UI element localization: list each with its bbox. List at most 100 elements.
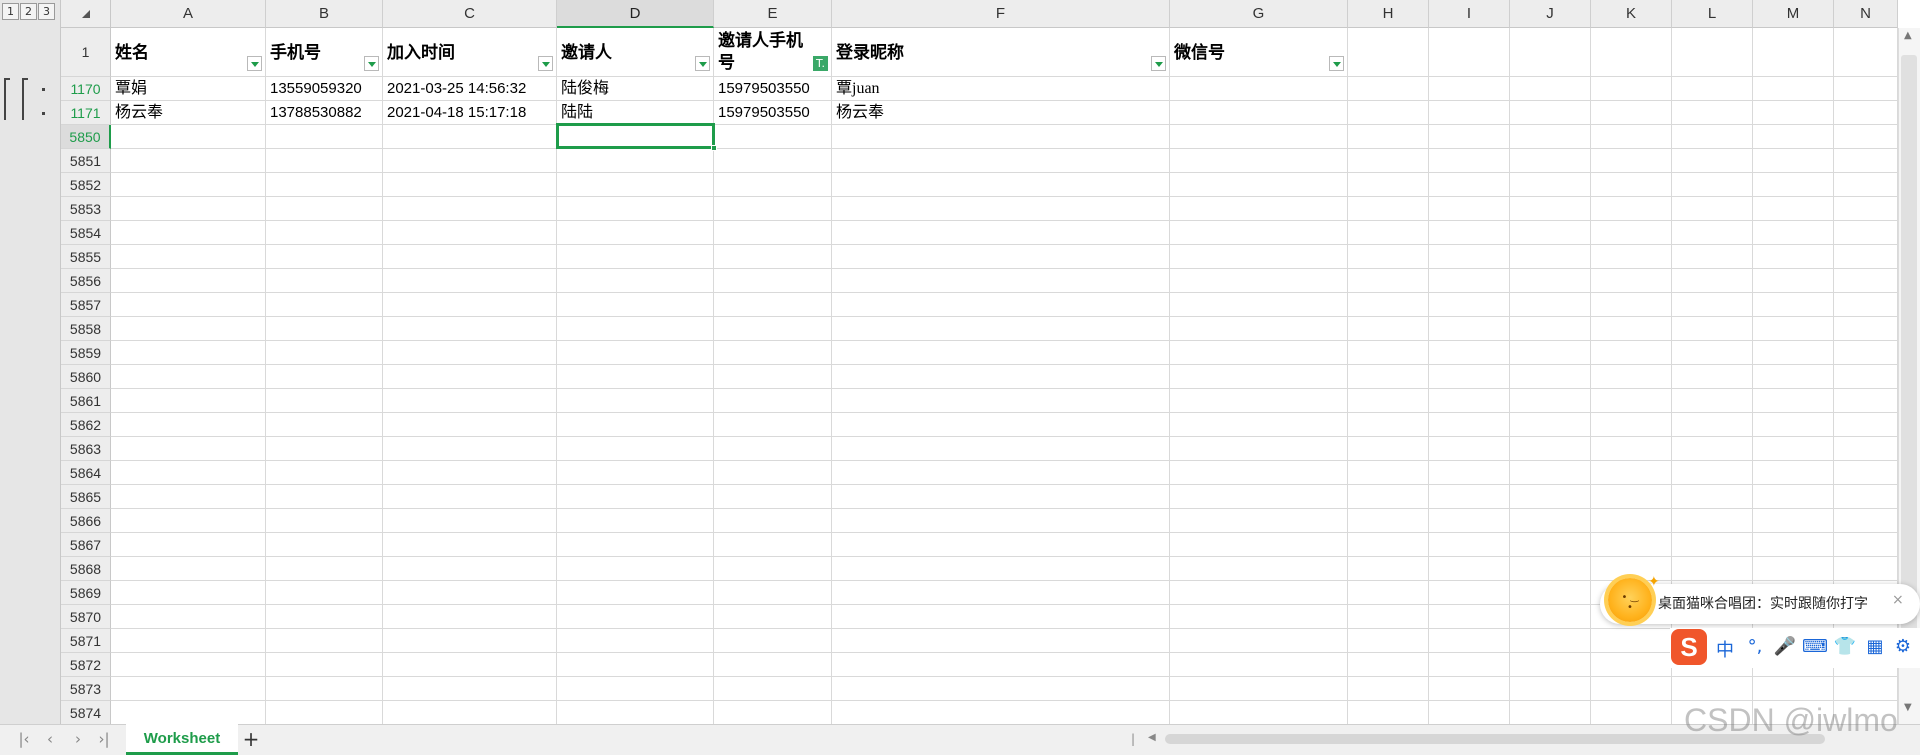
empty-cell[interactable] (266, 677, 383, 701)
empty-cell[interactable] (1348, 437, 1429, 461)
row-header-5850[interactable]: 5850 (61, 125, 111, 149)
empty-cell[interactable] (1170, 677, 1348, 701)
empty-cell[interactable] (832, 533, 1170, 557)
scroll-down-icon[interactable]: ▼ (1904, 702, 1912, 713)
empty-cell[interactable] (1170, 341, 1348, 365)
empty-cell[interactable] (832, 245, 1170, 269)
empty-cell[interactable] (1348, 629, 1429, 653)
empty-cell[interactable] (266, 245, 383, 269)
empty-cell[interactable] (557, 413, 714, 437)
empty-cell[interactable] (1170, 557, 1348, 581)
empty-cell[interactable] (557, 653, 714, 677)
empty-cell[interactable] (1170, 269, 1348, 293)
empty-cell[interactable] (1429, 509, 1510, 533)
empty-cell[interactable] (1348, 653, 1429, 677)
empty-cell[interactable] (383, 413, 557, 437)
empty-cell[interactable] (1672, 461, 1753, 485)
empty-cell[interactable] (832, 125, 1170, 149)
empty-cell[interactable] (1591, 701, 1672, 725)
empty-cell[interactable] (1591, 28, 1672, 77)
empty-cell[interactable] (1672, 485, 1753, 509)
empty-cell[interactable] (832, 461, 1170, 485)
empty-cell[interactable] (383, 557, 557, 581)
row-header-5859[interactable]: 5859 (61, 341, 111, 365)
row-header-5869[interactable]: 5869 (61, 581, 111, 605)
empty-cell[interactable] (383, 701, 557, 725)
empty-cell[interactable] (383, 245, 557, 269)
empty-cell[interactable] (832, 653, 1170, 677)
empty-cell[interactable] (1348, 677, 1429, 701)
empty-cell[interactable] (1170, 461, 1348, 485)
empty-cell[interactable] (1834, 365, 1898, 389)
empty-cell[interactable] (383, 341, 557, 365)
empty-cell[interactable] (832, 149, 1170, 173)
empty-cell[interactable] (557, 197, 714, 221)
empty-cell[interactable] (1348, 509, 1429, 533)
column-header-K[interactable]: K (1591, 0, 1672, 28)
empty-cell[interactable] (1170, 701, 1348, 725)
empty-cell[interactable] (1834, 413, 1898, 437)
empty-cell[interactable] (383, 173, 557, 197)
empty-cell[interactable] (557, 341, 714, 365)
empty-cell[interactable] (383, 485, 557, 509)
row-header-5853[interactable]: 5853 (61, 197, 111, 221)
empty-cell[interactable] (1672, 533, 1753, 557)
empty-cell[interactable] (1170, 605, 1348, 629)
active-filter-icon[interactable]: T. (813, 56, 828, 71)
empty-cell[interactable] (1170, 197, 1348, 221)
empty-cell[interactable] (266, 293, 383, 317)
empty-cell[interactable] (1591, 293, 1672, 317)
empty-cell[interactable] (832, 221, 1170, 245)
empty-cell[interactable] (1348, 293, 1429, 317)
empty-cell[interactable] (1348, 389, 1429, 413)
column-header-F[interactable]: F (832, 0, 1170, 28)
column-header-G[interactable]: G (1170, 0, 1348, 28)
row-header-5854[interactable]: 5854 (61, 221, 111, 245)
empty-cell[interactable] (1348, 245, 1429, 269)
data-cell[interactable] (1834, 101, 1898, 125)
empty-cell[interactable] (557, 533, 714, 557)
tab-split-handle[interactable]: | (1131, 732, 1135, 746)
empty-cell[interactable] (1429, 581, 1510, 605)
empty-cell[interactable] (266, 125, 383, 149)
empty-cell[interactable] (1429, 317, 1510, 341)
empty-cell[interactable] (714, 701, 832, 725)
column-header-D[interactable]: D (557, 0, 714, 28)
empty-cell[interactable] (1510, 221, 1591, 245)
data-cell[interactable]: 覃娟 (111, 77, 266, 101)
empty-cell[interactable] (832, 557, 1170, 581)
sheet-tab-worksheet[interactable]: Worksheet (126, 724, 238, 755)
first-sheet-icon[interactable]: |‹ (13, 729, 35, 749)
empty-cell[interactable] (1429, 533, 1510, 557)
empty-cell[interactable] (1510, 269, 1591, 293)
empty-cell[interactable] (1591, 677, 1672, 701)
empty-cell[interactable] (714, 389, 832, 413)
empty-cell[interactable] (383, 629, 557, 653)
empty-cell[interactable] (266, 557, 383, 581)
empty-cell[interactable] (1591, 629, 1672, 653)
empty-cell[interactable] (1672, 125, 1753, 149)
empty-cell[interactable] (1170, 581, 1348, 605)
empty-cell[interactable] (383, 293, 557, 317)
empty-cell[interactable] (1429, 173, 1510, 197)
empty-cell[interactable] (1429, 197, 1510, 221)
empty-cell[interactable] (1834, 557, 1898, 581)
empty-cell[interactable] (1672, 509, 1753, 533)
empty-cell[interactable] (111, 605, 266, 629)
empty-cell[interactable] (557, 269, 714, 293)
empty-cell[interactable] (1348, 485, 1429, 509)
empty-cell[interactable] (1510, 461, 1591, 485)
outline-level-3-button[interactable]: 3 (38, 3, 55, 20)
empty-cell[interactable] (1753, 149, 1834, 173)
empty-cell[interactable] (1672, 677, 1753, 701)
empty-cell[interactable] (1834, 125, 1898, 149)
column-header-H[interactable]: H (1348, 0, 1429, 28)
empty-cell[interactable] (111, 269, 266, 293)
empty-cell[interactable] (1170, 533, 1348, 557)
column-header-C[interactable]: C (383, 0, 557, 28)
empty-cell[interactable] (266, 341, 383, 365)
data-cell[interactable] (1510, 101, 1591, 125)
empty-cell[interactable] (1591, 485, 1672, 509)
empty-cell[interactable] (1753, 125, 1834, 149)
column-header-I[interactable]: I (1429, 0, 1510, 28)
